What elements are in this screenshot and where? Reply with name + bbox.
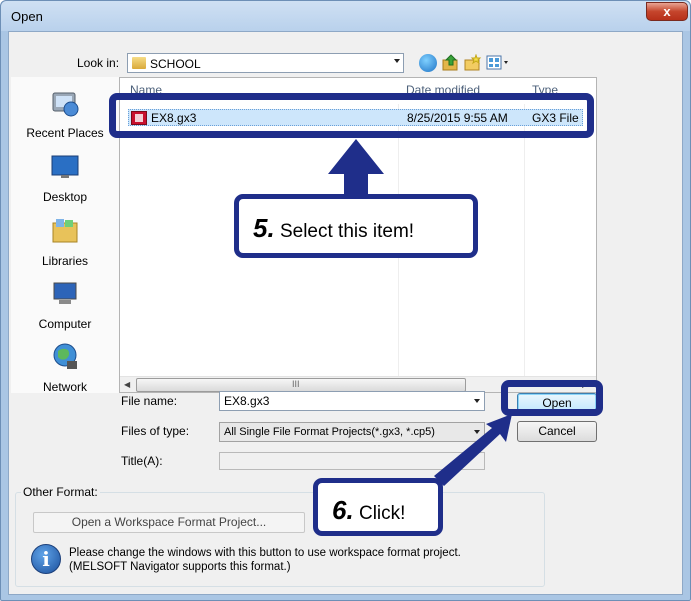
step-text: Click! bbox=[358, 503, 406, 524]
arrow-diagonal-icon bbox=[434, 414, 512, 486]
callout-step-6: 6. Click! bbox=[313, 478, 443, 536]
arrow-up-icon bbox=[328, 139, 384, 196]
step-text: Select this item! bbox=[279, 221, 415, 242]
open-button-highlight bbox=[501, 380, 603, 416]
callout-step-5: 5. Select this item! bbox=[234, 194, 478, 258]
step-number: 5. bbox=[253, 213, 275, 243]
step-number: 6. bbox=[332, 495, 354, 525]
